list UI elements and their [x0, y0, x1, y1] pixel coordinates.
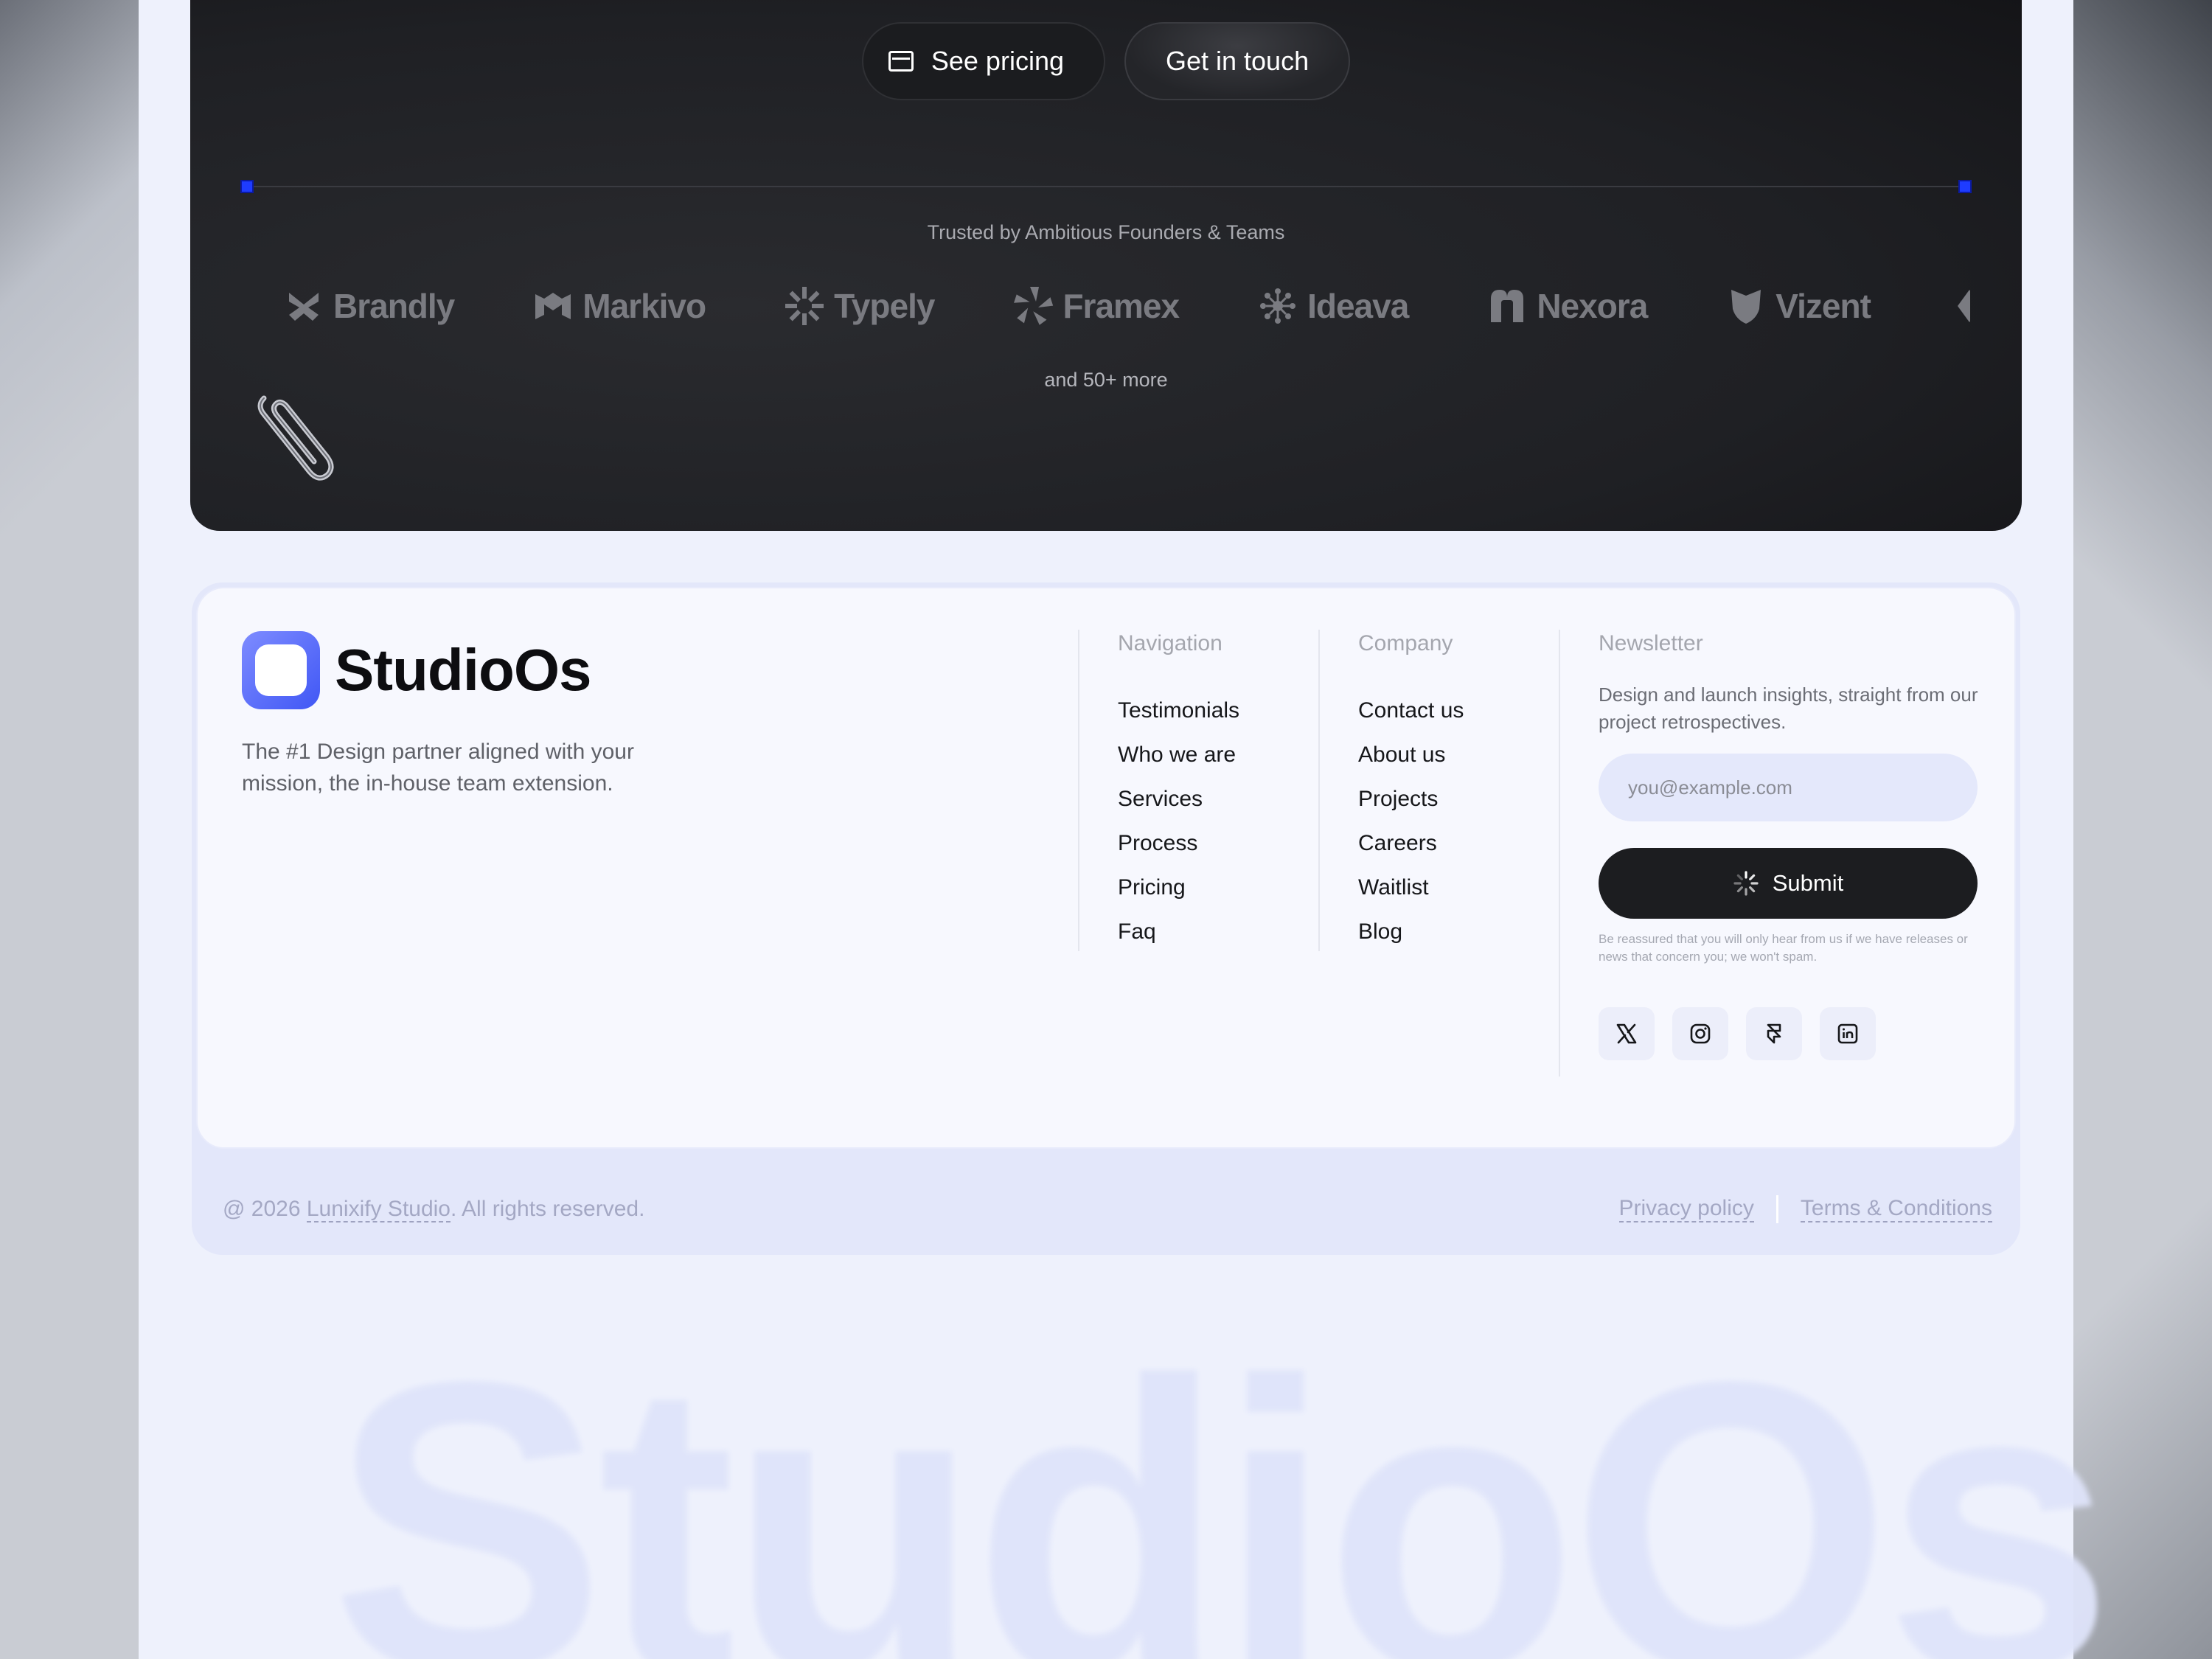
submit-label: Submit	[1772, 870, 1844, 896]
paperclip-icon	[257, 395, 334, 481]
ideava-logo-icon	[1260, 288, 1296, 324]
instagram-social-button[interactable]	[1672, 1007, 1728, 1060]
privacy-policy-link[interactable]: Privacy policy	[1618, 1196, 1754, 1222]
column-divider	[1318, 630, 1320, 951]
linkedin-icon	[1837, 1023, 1858, 1044]
footer: StudioOs The #1 Design partner aligned w…	[192, 582, 2020, 1255]
brand-name: StudioOs	[335, 637, 592, 703]
studio-link[interactable]: Lunixify Studio	[306, 1197, 451, 1222]
vizent-logo-icon	[1731, 290, 1761, 324]
footer-bottom-bar: @ 2026 Lunixify Studio. All rights reser…	[223, 1194, 1992, 1224]
brandly-logo-icon	[289, 293, 319, 321]
company-link-waitlist[interactable]: Waitlist	[1358, 866, 1464, 910]
logo-label: Typely	[834, 287, 935, 325]
newsletter-description: Design and launch insights, straight fro…	[1599, 684, 1978, 733]
company-link-projects[interactable]: Projects	[1358, 777, 1464, 821]
logo-brandly: Brandly	[283, 285, 455, 327]
company-column: Company Contact us About us Projects Car…	[1358, 631, 1464, 954]
navigation-title: Navigation	[1118, 631, 1222, 655]
legal-links: Privacy policy Terms & Conditions	[1618, 1195, 1992, 1223]
newsletter-column: Newsletter Design and launch insights, s…	[1599, 631, 1989, 1060]
x-social-button[interactable]	[1599, 1007, 1655, 1060]
nav-link-services[interactable]: Services	[1118, 777, 1239, 821]
newsletter-email-input[interactable]	[1599, 754, 1978, 821]
logo-typely: Typely	[784, 285, 935, 327]
nav-link-process[interactable]: Process	[1118, 821, 1239, 866]
more-caption: and 50+ more	[1044, 369, 1168, 391]
see-pricing-button[interactable]: See pricing	[861, 22, 1105, 100]
trusted-caption: Trusted by Ambitious Founders & Teams	[927, 221, 1285, 243]
selection-divider	[240, 180, 1972, 193]
column-divider	[1559, 630, 1560, 1077]
see-pricing-label: See pricing	[931, 46, 1064, 76]
loading-spinner-icon	[1733, 871, 1759, 896]
get-in-touch-label: Get in touch	[1165, 46, 1310, 76]
logo-partial	[1949, 285, 1970, 327]
trusted-section: See pricing Get in touch Trusted by Ambi…	[190, 0, 2022, 531]
company-link-blog[interactable]: Blog	[1358, 910, 1464, 954]
linkedin-social-button[interactable]	[1820, 1007, 1876, 1060]
company-title: Company	[1358, 631, 1453, 655]
markivo-logo-icon	[535, 293, 571, 319]
nav-link-who-we-are[interactable]: Who we are	[1118, 733, 1239, 777]
divider-handle-right[interactable]	[1958, 180, 1972, 193]
company-link-contact-us[interactable]: Contact us	[1358, 689, 1464, 733]
column-divider	[1078, 630, 1079, 951]
x-icon	[1616, 1023, 1637, 1044]
logo-label: Brandly	[333, 287, 455, 325]
watermark-wordmark: StudioOs	[330, 1295, 2114, 1659]
framer-social-button[interactable]	[1746, 1007, 1802, 1060]
studioos-logo-icon	[242, 631, 320, 709]
get-in-touch-button[interactable]: Get in touch	[1124, 22, 1351, 100]
logo-label: Framex	[1062, 287, 1180, 325]
typely-logo-icon	[785, 287, 824, 325]
legal-separator	[1775, 1195, 1778, 1223]
logo-label: Markivo	[582, 287, 706, 325]
partial-logo-icon	[1957, 290, 1970, 322]
instagram-icon	[1690, 1023, 1711, 1044]
nav-link-testimonials[interactable]: Testimonials	[1118, 689, 1239, 733]
logo-label: Vizent	[1775, 287, 1871, 325]
logo-vizent: Vizent	[1725, 285, 1871, 327]
brand-tagline: The #1 Design partner aligned with your …	[242, 740, 634, 796]
nav-link-pricing[interactable]: Pricing	[1118, 866, 1239, 910]
framer-icon	[1767, 1023, 1781, 1044]
company-link-about-us[interactable]: About us	[1358, 733, 1464, 777]
logo-label: Ideava	[1307, 287, 1409, 325]
copyright: @ 2026 Lunixify Studio. All rights reser…	[223, 1197, 644, 1222]
divider-handle-left[interactable]	[240, 180, 254, 193]
navigation-column: Navigation Testimonials Who we are Servi…	[1118, 631, 1239, 954]
logo-ideava: Ideava	[1257, 285, 1409, 327]
brand[interactable]: StudioOs	[242, 631, 592, 709]
social-links	[1599, 1007, 1989, 1060]
logo-label: Nexora	[1537, 287, 1648, 325]
logo-markivo: Markivo	[532, 285, 706, 327]
nexora-logo-icon	[1491, 290, 1524, 322]
nav-link-faq[interactable]: Faq	[1118, 910, 1239, 954]
copyright-prefix: @ 2026	[223, 1197, 301, 1221]
company-link-careers[interactable]: Careers	[1358, 821, 1464, 866]
wallet-icon	[888, 51, 914, 72]
copyright-suffix: . All rights reserved.	[451, 1197, 645, 1221]
footer-card: StudioOs The #1 Design partner aligned w…	[196, 587, 2016, 1149]
terms-conditions-link[interactable]: Terms & Conditions	[1800, 1196, 1992, 1222]
logo-framex: Framex	[1012, 285, 1180, 327]
newsletter-submit-button[interactable]: Submit	[1599, 848, 1978, 919]
cta-row: See pricing Get in touch	[190, 22, 2022, 100]
framex-logo-icon	[1014, 287, 1054, 325]
logo-nexora: Nexora	[1486, 285, 1648, 327]
logo-strip: Brandly Markivo Typely Framex Ideava Nex…	[283, 279, 1970, 333]
newsletter-title: Newsletter	[1599, 631, 1703, 655]
newsletter-fine-print: Be reassured that you will only hear fro…	[1599, 932, 1968, 964]
